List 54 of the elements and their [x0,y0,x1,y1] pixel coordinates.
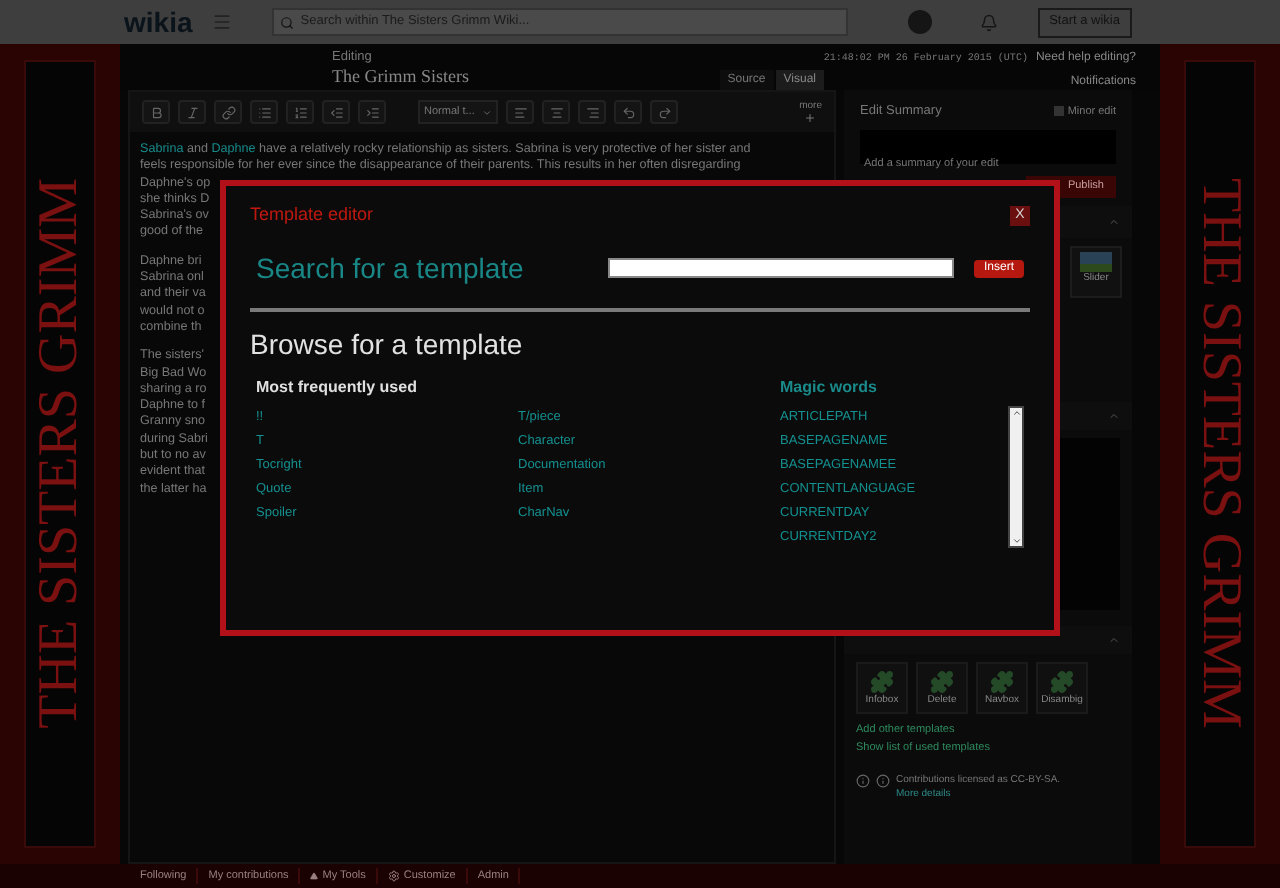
search-heading: Search for a template [256,249,524,288]
notifications-icon[interactable] [979,13,998,31]
align-right-icon [585,105,599,119]
align-center-icon [549,105,563,119]
plus-icon [804,111,817,123]
frequent-heading: Most frequently used [256,375,417,399]
undo-icon [621,105,635,119]
avatar[interactable] [907,10,932,34]
outdent-icon [329,105,343,119]
outdent-button[interactable] [322,100,350,124]
indent-icon [365,105,379,119]
puzzle-icon [930,669,954,694]
caret-icon [310,872,319,880]
puzzle-icon [1050,669,1074,694]
search-icon [280,15,295,29]
browse-heading: Browse for a template [250,325,523,364]
scroll-up-icon[interactable] [1011,407,1021,417]
align-center-button[interactable] [542,100,570,124]
scroll-down-icon[interactable] [1011,535,1021,545]
banner-title: THE SISTERS GRIMM [1192,178,1248,730]
link-button[interactable] [214,100,242,124]
bullet-list-icon [257,105,271,119]
indent-button[interactable] [358,100,386,124]
caret-icon [482,107,492,117]
puzzle-icon [990,669,1014,694]
collapse-icon[interactable] [1108,215,1120,228]
page-title: The Grimm Sisters [332,66,469,88]
italic-button[interactable] [178,100,206,124]
align-left-icon [513,105,527,119]
redo-button[interactable] [650,100,678,124]
menu-icon[interactable] [212,12,233,32]
bold-icon [149,105,163,119]
bullet-list-button[interactable] [250,100,278,124]
align-right-button[interactable] [578,100,606,124]
magic-words-heading: Magic words [780,375,877,399]
info-icon [856,773,870,788]
bold-button[interactable] [142,100,170,124]
collapse-icon[interactable] [1108,633,1120,646]
banner-title: THE SISTERS GRIMM [32,178,88,730]
undo-button[interactable] [614,100,642,124]
align-left-button[interactable] [506,100,534,124]
puzzle-icon [870,669,894,694]
numbered-list-icon [293,105,307,119]
link-icon [221,105,235,119]
slider-thumbnail-icon [1080,251,1112,272]
scrollbar[interactable] [1008,405,1024,547]
numbered-list-button[interactable] [286,100,314,124]
settings-icon [387,870,400,882]
template-search-field[interactable] [608,258,954,278]
minor-edit-checkbox[interactable] [1053,106,1064,117]
dialog-title: Template editor [250,202,374,228]
italic-icon [185,105,199,119]
redo-icon [657,105,671,119]
collapse-icon[interactable] [1108,409,1120,422]
